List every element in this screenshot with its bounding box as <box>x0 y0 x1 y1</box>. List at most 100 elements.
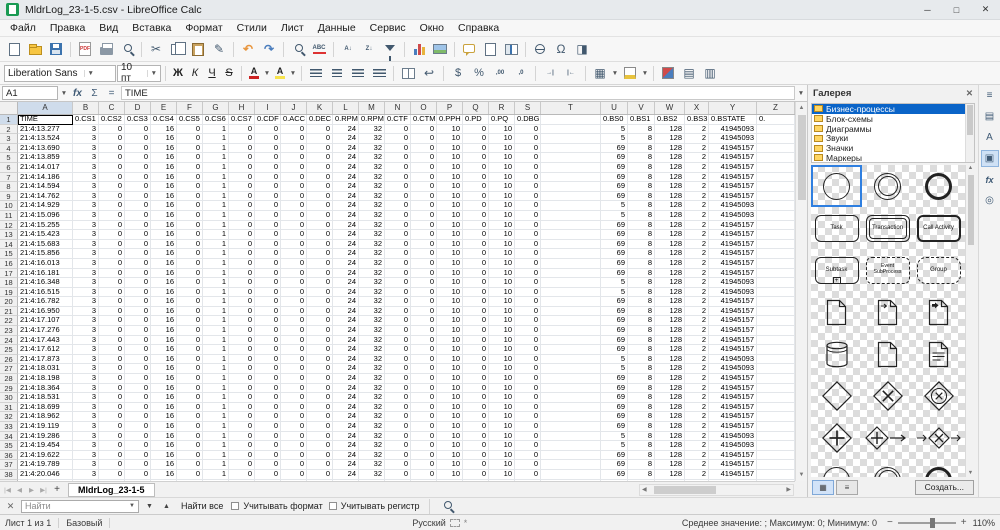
cell[interactable]: 24 <box>333 364 359 374</box>
cell[interactable]: 0 <box>99 221 125 231</box>
cell[interactable]: 1 <box>203 163 229 173</box>
cell[interactable]: 0 <box>281 192 307 202</box>
cell[interactable]: 0 <box>177 403 203 413</box>
cell[interactable]: 0 <box>411 422 437 432</box>
cell[interactable]: 10 <box>489 249 515 259</box>
menu-item[interactable]: Правка <box>43 21 92 35</box>
cell[interactable]: 0.CTM <box>411 115 437 125</box>
cell[interactable] <box>757 125 795 135</box>
cell[interactable]: 16 <box>151 153 177 163</box>
cell[interactable]: 10 <box>437 249 463 259</box>
cell[interactable]: 41945093 <box>709 364 757 374</box>
cell[interactable]: 128 <box>655 259 685 269</box>
cell[interactable]: 3 <box>73 230 99 240</box>
cell[interactable]: 69 <box>601 192 628 202</box>
cell[interactable]: 128 <box>655 412 685 422</box>
cell[interactable]: 0 <box>385 432 411 442</box>
cell[interactable]: 0 <box>411 153 437 163</box>
cell[interactable]: 41945093 <box>709 201 757 211</box>
cell[interactable]: 2 <box>685 460 709 470</box>
cell[interactable]: 0 <box>177 307 203 317</box>
cell[interactable]: 32 <box>359 297 385 307</box>
cell[interactable]: 0 <box>281 173 307 183</box>
row-header[interactable]: 34 <box>0 432 18 442</box>
cell[interactable]: 21:4:13.690 <box>18 144 73 154</box>
cell[interactable]: 24 <box>333 249 359 259</box>
cell[interactable] <box>541 201 601 211</box>
cell[interactable]: 0 <box>177 201 203 211</box>
strikethrough-button[interactable]: S <box>221 65 237 82</box>
cell[interactable]: 3 <box>73 173 99 183</box>
cell[interactable]: 0 <box>177 278 203 288</box>
cell[interactable] <box>757 374 795 384</box>
cell[interactable]: 0 <box>255 364 281 374</box>
cell[interactable] <box>541 460 601 470</box>
cell[interactable]: 0 <box>411 163 437 173</box>
cell[interactable]: 16 <box>151 297 177 307</box>
cell[interactable]: 21:4:18.531 <box>18 393 73 403</box>
cell[interactable]: 32 <box>359 460 385 470</box>
print-preview-icon[interactable] <box>117 40 137 59</box>
cell[interactable]: 3 <box>73 288 99 298</box>
print-icon[interactable] <box>96 40 116 59</box>
close-find-icon[interactable]: ✕ <box>4 501 17 512</box>
cell[interactable]: 24 <box>333 336 359 346</box>
cell[interactable]: 0 <box>99 441 125 451</box>
cell[interactable] <box>541 393 601 403</box>
cell[interactable]: 0 <box>307 173 333 183</box>
cut-icon[interactable]: ✂ <box>146 40 166 59</box>
cell[interactable]: 69 <box>601 153 628 163</box>
cell[interactable]: 32 <box>359 134 385 144</box>
cell[interactable]: 0.PQ <box>489 115 515 125</box>
cell[interactable]: 16 <box>151 249 177 259</box>
cell[interactable]: 0 <box>99 153 125 163</box>
cell[interactable]: 10 <box>489 412 515 422</box>
gallery-item-message[interactable] <box>862 333 913 375</box>
cell[interactable]: 0 <box>281 451 307 461</box>
cell[interactable]: 16 <box>151 240 177 250</box>
cell[interactable]: 10 <box>437 288 463 298</box>
row-header[interactable]: 32 <box>0 412 18 422</box>
cell[interactable]: 10 <box>437 403 463 413</box>
headers-footers-icon[interactable] <box>480 40 500 59</box>
cell[interactable] <box>541 278 601 288</box>
cell[interactable]: 0 <box>99 412 125 422</box>
cell[interactable] <box>541 307 601 317</box>
cell[interactable]: 41945157 <box>709 374 757 384</box>
cell[interactable]: 0 <box>463 192 489 202</box>
cell[interactable]: 5 <box>601 278 628 288</box>
cell[interactable]: 8 <box>628 470 655 480</box>
cell[interactable]: 32 <box>359 316 385 326</box>
cell[interactable]: 0 <box>411 345 437 355</box>
cell[interactable]: 10 <box>489 259 515 269</box>
cell[interactable]: 0 <box>515 412 541 422</box>
cell[interactable]: 0 <box>515 125 541 135</box>
close-panel-icon[interactable]: ✕ <box>966 88 973 99</box>
cell[interactable]: 0 <box>255 288 281 298</box>
cell[interactable]: 1 <box>203 345 229 355</box>
cell[interactable]: 0 <box>411 297 437 307</box>
cell[interactable]: 0 <box>125 412 151 422</box>
cell[interactable]: 0 <box>229 125 255 135</box>
cell[interactable]: 0 <box>255 345 281 355</box>
cell[interactable]: 24 <box>333 441 359 451</box>
cell[interactable]: 128 <box>655 307 685 317</box>
cell[interactable]: 0 <box>125 230 151 240</box>
cell[interactable]: 2 <box>685 374 709 384</box>
cell[interactable]: 24 <box>333 422 359 432</box>
cell[interactable]: 0 <box>411 125 437 135</box>
cell[interactable]: 0 <box>307 297 333 307</box>
cell[interactable]: 21:4:15.096 <box>18 211 73 221</box>
column-header[interactable]: L <box>333 102 359 114</box>
cell[interactable]: 2 <box>685 441 709 451</box>
cell[interactable]: 0 <box>463 249 489 259</box>
cell[interactable]: 10 <box>489 221 515 231</box>
cell[interactable]: 0 <box>229 134 255 144</box>
cell[interactable]: 0.BS2 <box>655 115 685 125</box>
cell[interactable]: 0 <box>515 307 541 317</box>
cell[interactable] <box>757 240 795 250</box>
cell[interactable]: 0 <box>125 470 151 480</box>
cell[interactable]: 0 <box>229 384 255 394</box>
cell[interactable]: 10 <box>437 326 463 336</box>
cell[interactable]: 0 <box>255 153 281 163</box>
